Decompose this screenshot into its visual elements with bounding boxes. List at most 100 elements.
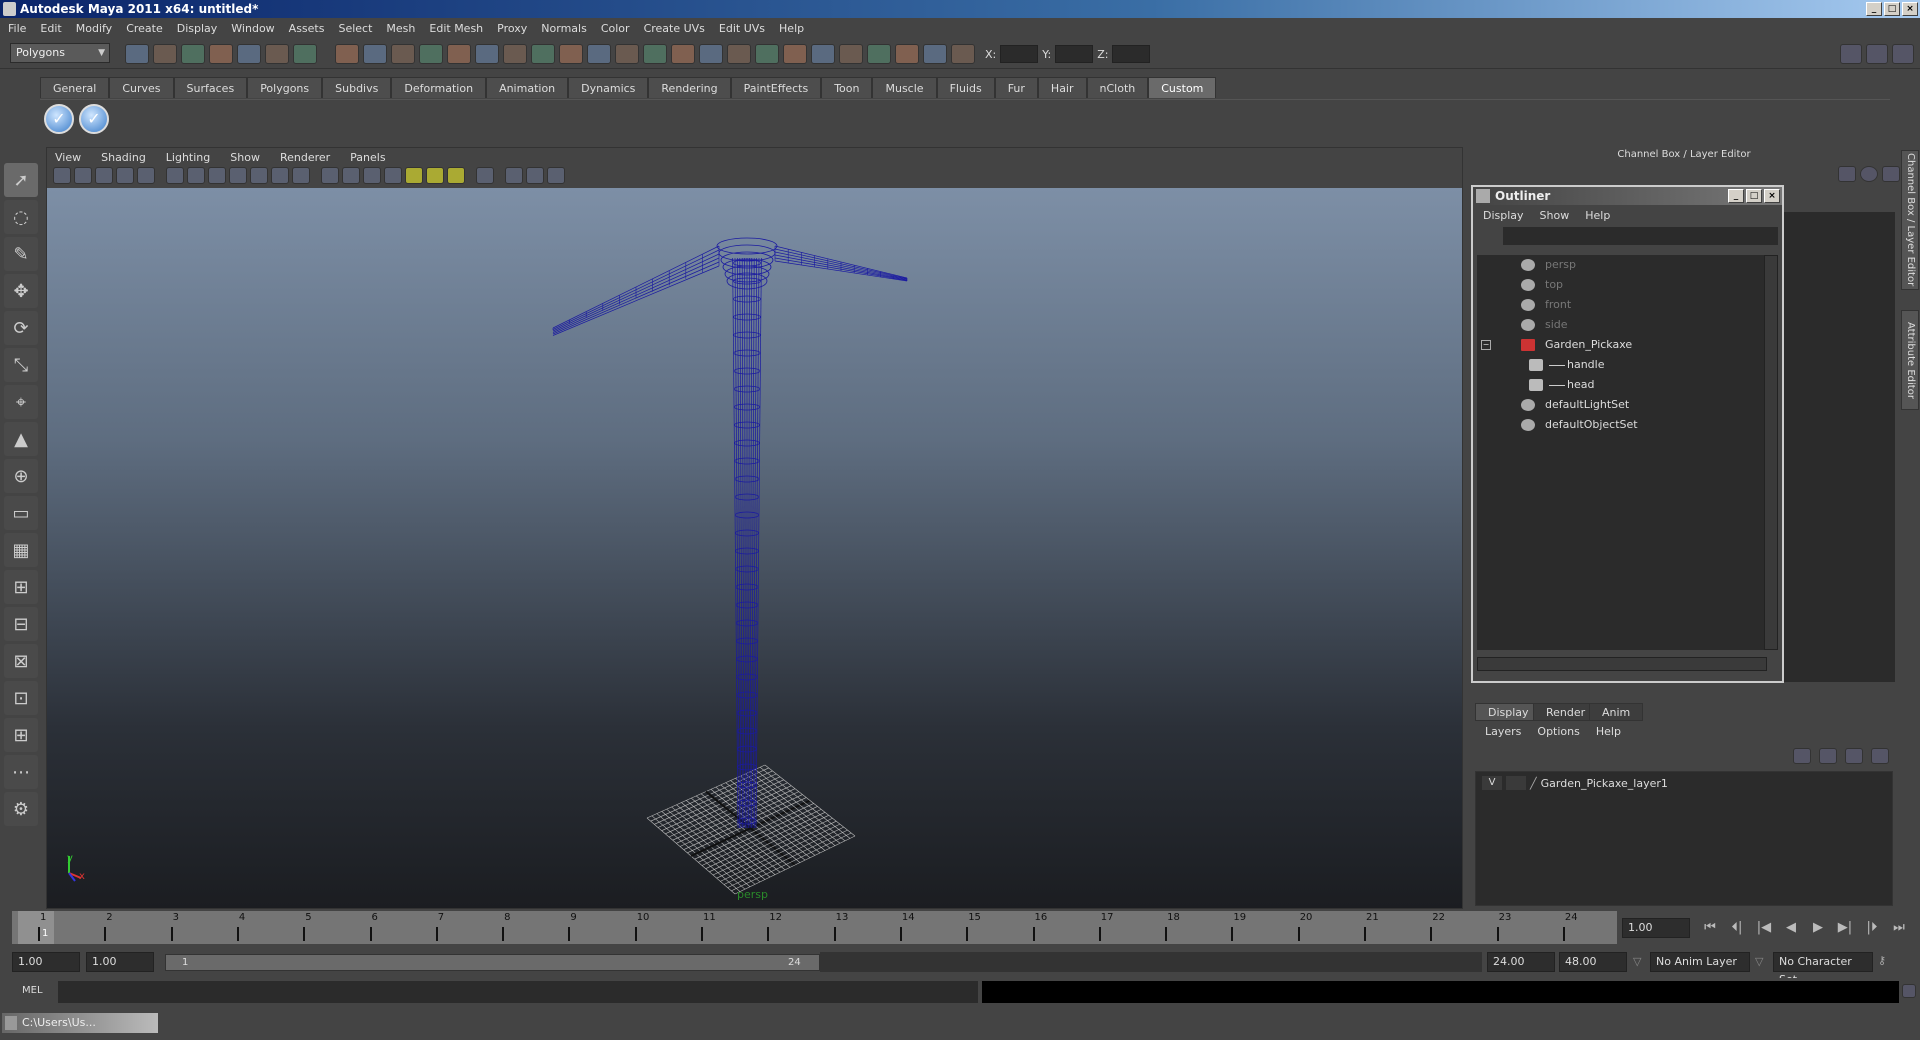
menu-modify[interactable]: Modify bbox=[76, 22, 112, 35]
tab-rendering[interactable]: Rendering bbox=[648, 77, 731, 98]
speed-icon[interactable] bbox=[1860, 166, 1878, 182]
four-view-layout-icon[interactable]: ⊞ bbox=[4, 570, 38, 604]
tab-fluids[interactable]: Fluids bbox=[936, 77, 995, 98]
outliner-menu-show[interactable]: Show bbox=[1540, 209, 1570, 222]
resolution-gate-icon[interactable] bbox=[208, 167, 226, 184]
current-frame-field[interactable]: 1.00 bbox=[1622, 918, 1690, 938]
step-back-frame-icon[interactable]: |◀ bbox=[1754, 918, 1774, 938]
show-attribute-editor-icon[interactable] bbox=[1840, 44, 1862, 64]
command-input[interactable] bbox=[58, 981, 978, 1003]
minimize-button[interactable]: _ bbox=[1728, 189, 1744, 203]
layer-row[interactable]: V ╱ Garden_Pickaxe_layer1 bbox=[1482, 776, 1668, 790]
scale-tool-icon[interactable]: ⤡ bbox=[4, 348, 38, 382]
menu-select[interactable]: Select bbox=[338, 22, 372, 35]
snap-curve-icon[interactable] bbox=[643, 44, 667, 64]
new-layer-from-selected-icon[interactable] bbox=[1871, 748, 1889, 764]
outliner-item[interactable]: head bbox=[1529, 375, 1594, 395]
outliner-item[interactable]: defaultObjectSet bbox=[1521, 415, 1638, 435]
select-tool-icon[interactable]: ➚ bbox=[4, 163, 38, 197]
gate-mask-icon[interactable] bbox=[229, 167, 247, 184]
film-gate-icon[interactable] bbox=[187, 167, 205, 184]
rotate-tool-icon[interactable]: ⟳ bbox=[4, 311, 38, 345]
start-time-field[interactable]: 1.00 bbox=[12, 952, 80, 972]
menu-mesh[interactable]: Mesh bbox=[386, 22, 415, 35]
vertical-scrollbar[interactable] bbox=[1764, 255, 1778, 650]
key-icon[interactable]: ⚷ bbox=[1878, 954, 1886, 967]
xray-joints-icon[interactable] bbox=[526, 167, 544, 184]
image-plane-icon[interactable] bbox=[116, 167, 134, 184]
outliner-item[interactable]: handle bbox=[1529, 355, 1605, 375]
safe-action-icon[interactable] bbox=[271, 167, 289, 184]
viewport-menu-lighting[interactable]: Lighting bbox=[166, 150, 210, 166]
tab-hair[interactable]: Hair bbox=[1037, 77, 1087, 98]
show-channel-box-icon[interactable] bbox=[1866, 44, 1888, 64]
script-editor-icon[interactable]: ⚙ bbox=[4, 792, 38, 826]
perspective-view[interactable]: persp y x bbox=[47, 188, 1462, 908]
chevron-down-icon[interactable]: ▽ bbox=[1633, 955, 1641, 968]
open-scene-icon[interactable] bbox=[153, 44, 177, 64]
layer-menu-layers[interactable]: Layers bbox=[1485, 725, 1521, 738]
highlight-selection-icon[interactable] bbox=[587, 44, 611, 64]
viewport-menu-shading[interactable]: Shading bbox=[101, 150, 146, 166]
chevron-down-icon[interactable]: ▽ bbox=[1755, 955, 1763, 968]
tab-display[interactable]: Display bbox=[1475, 703, 1542, 721]
show-manipulator-icon[interactable]: ⊕ bbox=[4, 459, 38, 493]
layer-menu-options[interactable]: Options bbox=[1537, 725, 1579, 738]
persp-graph-layout-icon[interactable]: ⊠ bbox=[4, 644, 38, 678]
outliner-item[interactable]: top bbox=[1521, 275, 1563, 295]
select-hierarchy-icon[interactable] bbox=[209, 44, 233, 64]
bookmarks-icon[interactable] bbox=[95, 167, 113, 184]
close-button[interactable]: × bbox=[1764, 189, 1780, 203]
viewport-menu-show[interactable]: Show bbox=[230, 150, 260, 166]
viewport-menu-renderer[interactable]: Renderer bbox=[280, 150, 330, 166]
step-forward-key-icon[interactable]: |⏵ bbox=[1862, 918, 1882, 938]
menu-window[interactable]: Window bbox=[231, 22, 274, 35]
tab-polygons[interactable]: Polygons bbox=[247, 77, 323, 98]
layer-type-toggle[interactable] bbox=[1506, 776, 1526, 790]
safe-title-icon[interactable] bbox=[292, 167, 310, 184]
hyper-arrow-icon[interactable] bbox=[1882, 166, 1900, 182]
layer-visibility-toggle[interactable]: V bbox=[1482, 776, 1502, 790]
textured-icon[interactable] bbox=[384, 167, 402, 184]
component-xray-icon[interactable] bbox=[547, 167, 565, 184]
xray-icon[interactable] bbox=[505, 167, 523, 184]
tab-deformation[interactable]: Deformation bbox=[391, 77, 487, 98]
minimize-button[interactable]: _ bbox=[1866, 2, 1882, 16]
tab-fur[interactable]: Fur bbox=[994, 77, 1038, 98]
outliner-menu-display[interactable]: Display bbox=[1483, 209, 1524, 222]
menu-help[interactable]: Help bbox=[779, 22, 804, 35]
tab-channel-box[interactable]: Channel Box / Layer Editor bbox=[1901, 150, 1919, 290]
tab-surfaces[interactable]: Surfaces bbox=[173, 77, 248, 98]
output-ops-icon[interactable] bbox=[783, 44, 807, 64]
maximize-button[interactable]: □ bbox=[1746, 189, 1762, 203]
all-lights-icon[interactable] bbox=[426, 167, 444, 184]
play-forward-icon[interactable]: ▶ bbox=[1808, 918, 1828, 938]
tab-painteffects[interactable]: PaintEffects bbox=[730, 77, 822, 98]
select-component-icon[interactable] bbox=[265, 44, 289, 64]
menu-create[interactable]: Create bbox=[126, 22, 163, 35]
paint-select-icon[interactable]: ✎ bbox=[4, 237, 38, 271]
tab-attribute-editor[interactable]: Attribute Editor bbox=[1901, 310, 1919, 410]
render-icon[interactable] bbox=[867, 44, 891, 64]
select-deformations-icon[interactable] bbox=[447, 44, 471, 64]
tab-ncloth[interactable]: nCloth bbox=[1086, 77, 1149, 98]
menu-assets[interactable]: Assets bbox=[289, 22, 325, 35]
tab-general[interactable]: General bbox=[40, 77, 110, 98]
tab-custom[interactable]: Custom bbox=[1148, 77, 1217, 98]
lasso-tool-icon[interactable]: ◌ bbox=[4, 200, 38, 234]
select-curves-icon[interactable] bbox=[391, 44, 415, 64]
play-backward-icon[interactable]: ◀ bbox=[1781, 918, 1801, 938]
check-icon[interactable]: ✓ bbox=[44, 104, 74, 134]
viewport-menu-view[interactable]: View bbox=[55, 150, 81, 166]
field-chart-icon[interactable] bbox=[250, 167, 268, 184]
command-language-label[interactable]: MEL bbox=[22, 985, 43, 996]
menu-color[interactable]: Color bbox=[601, 22, 630, 35]
lock-icon[interactable] bbox=[559, 44, 583, 64]
move-layer-up-icon[interactable] bbox=[1793, 748, 1811, 764]
outliner-title-bar[interactable]: Outliner _ □ × bbox=[1473, 187, 1782, 205]
move-layer-down-icon[interactable] bbox=[1819, 748, 1837, 764]
shadows-icon[interactable] bbox=[447, 167, 465, 184]
persp-hypershade-layout-icon[interactable]: ⊞ bbox=[4, 718, 38, 752]
outliner-item[interactable]: defaultLightSet bbox=[1521, 395, 1629, 415]
outliner-item[interactable]: front bbox=[1521, 295, 1571, 315]
